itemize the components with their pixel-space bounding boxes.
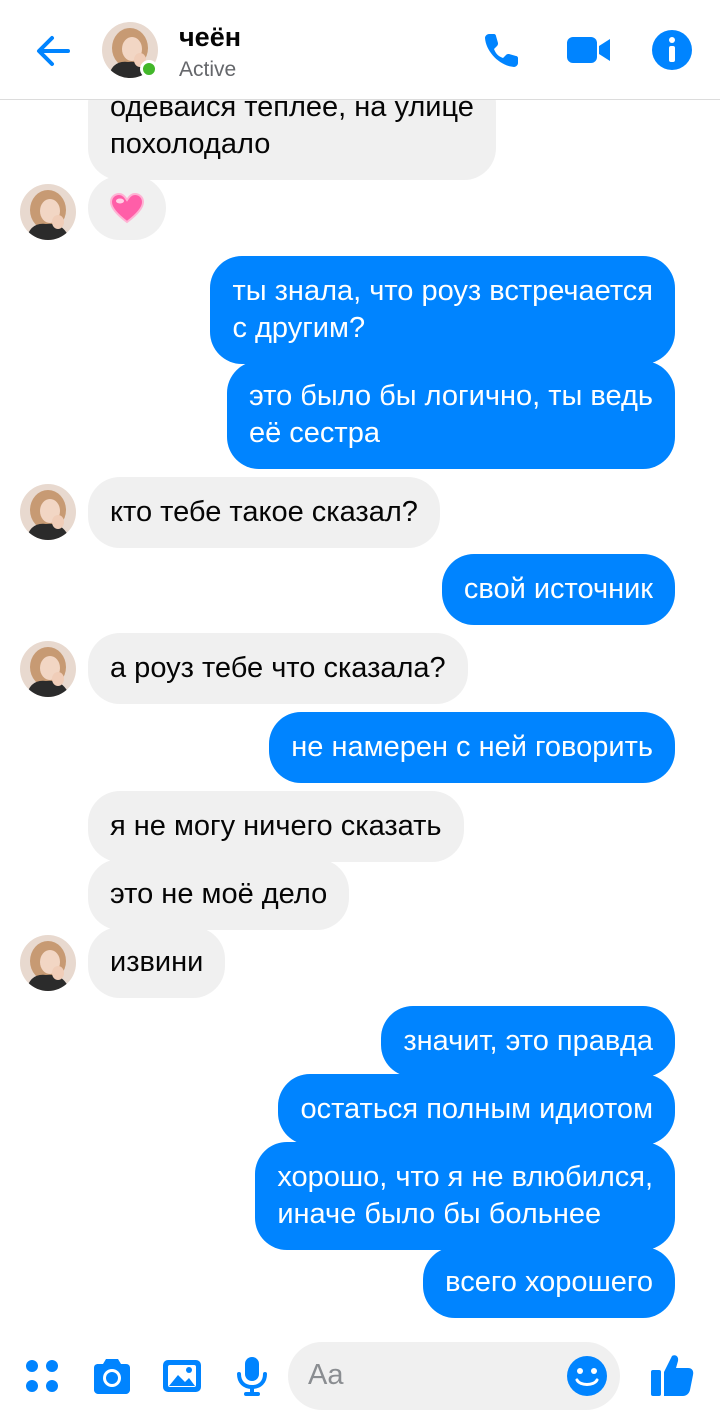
sender-avatar[interactable] [20, 484, 76, 540]
message-outgoing[interactable]: всего хорошего [423, 1247, 675, 1318]
message-line: а роуз тебе что сказала? [110, 652, 446, 684]
message-outgoing[interactable]: ты знала, что роуз встречается с другим? [210, 256, 675, 364]
message-line: это не моё дело [110, 878, 328, 910]
info-icon[interactable] [650, 28, 694, 72]
contact-name[interactable]: чеён [179, 22, 241, 53]
message-line: значит, это правда [403, 1025, 653, 1057]
apps-dots-icon[interactable] [20, 1354, 64, 1398]
message-line: похолодало [110, 128, 271, 160]
conversation-header: чеён Active [0, 0, 720, 100]
message-line: с другим? [232, 312, 366, 344]
message-input[interactable]: Aa [288, 1342, 620, 1410]
message-line: ты знала, что роуз встречается [232, 275, 653, 307]
camera-icon[interactable] [90, 1354, 134, 1398]
phone-icon[interactable] [480, 28, 524, 72]
message-composer: Aa [0, 1330, 720, 1424]
message-outgoing[interactable]: остаться полным идиотом [278, 1074, 675, 1145]
thumbs-up-icon[interactable] [648, 1350, 696, 1398]
sender-avatar[interactable] [20, 935, 76, 991]
contact-status: Active [179, 58, 237, 81]
message-line: всего хорошего [445, 1266, 653, 1298]
message-incoming[interactable]: кто тебе такое сказал? [88, 477, 440, 548]
message-line: хорошо, что я не влюбился, [277, 1161, 653, 1193]
message-incoming-emoji[interactable] [88, 176, 166, 240]
message-incoming[interactable]: я не могу ничего сказать [88, 791, 464, 862]
message-input-placeholder: Aa [308, 1359, 344, 1391]
message-line: одевайся теплее, на улице [110, 100, 474, 123]
message-line: не намерен с ней говорить [291, 731, 653, 763]
sender-avatar[interactable] [20, 641, 76, 697]
message-line: извини [110, 946, 204, 978]
gallery-icon[interactable] [160, 1354, 204, 1398]
message-line: иначе было бы больнее [277, 1198, 602, 1230]
message-incoming[interactable]: а роуз тебе что сказала? [88, 633, 468, 704]
emoji-icon[interactable] [566, 1355, 608, 1397]
sender-avatar[interactable] [20, 184, 76, 240]
message-line: остаться полным идиотом [300, 1093, 653, 1125]
online-indicator [140, 60, 158, 78]
message-line: её сестра [248, 417, 380, 449]
message-line: свой источник [463, 573, 653, 605]
message-line: это было бы логично, ты ведь [248, 380, 653, 412]
back-arrow-icon[interactable] [30, 28, 76, 74]
message-line: кто тебе такое сказал? [110, 496, 418, 528]
message-incoming[interactable]: извини [88, 927, 226, 998]
message-outgoing[interactable]: хорошо, что я не влюбился, иначе было бы… [255, 1142, 675, 1250]
message-line: я не могу ничего сказать [110, 810, 442, 842]
message-outgoing[interactable]: свой источник [441, 554, 675, 625]
video-camera-icon[interactable] [564, 28, 614, 72]
microphone-icon[interactable] [230, 1354, 274, 1398]
message-outgoing[interactable]: значит, это правда [381, 1006, 675, 1077]
message-outgoing[interactable]: это было бы логично, ты ведь её сестра [226, 361, 675, 469]
message-incoming[interactable]: одевайся теплее, на улице похолодало [88, 100, 496, 180]
pink-heart-icon [109, 192, 145, 224]
message-list[interactable]: одевайся теплее, на улице похолодало ты … [0, 100, 720, 1330]
message-outgoing[interactable]: не намерен с ней говорить [269, 712, 675, 783]
message-incoming[interactable]: это не моё дело [88, 859, 350, 930]
